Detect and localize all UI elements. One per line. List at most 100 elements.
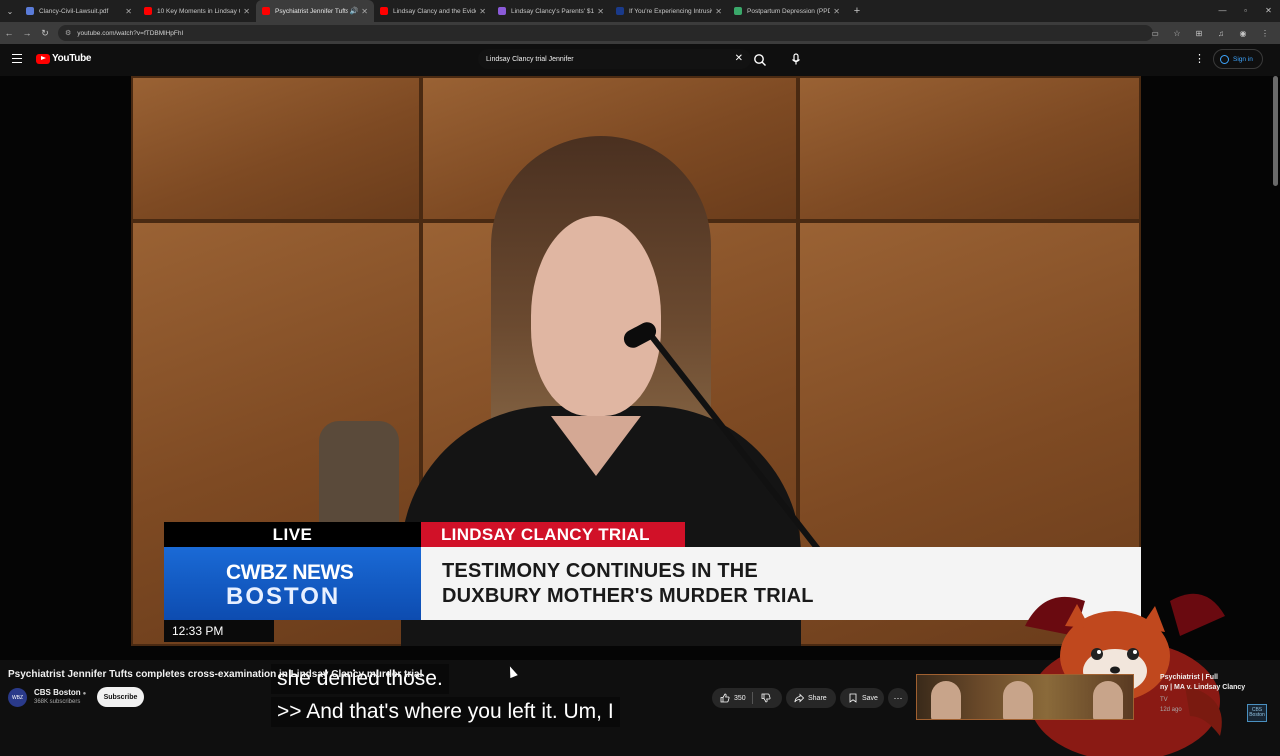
account-icon (1220, 54, 1229, 64)
site-info-icon[interactable]: ⚙ (65, 29, 71, 37)
window-controls: — ▫ ✕ (1211, 0, 1280, 22)
live-badge: LIVE (164, 522, 421, 547)
tab-title: If You're Experiencing Intrusiv (629, 7, 713, 15)
clear-search-icon[interactable]: ✕ (735, 53, 743, 65)
youtube-masthead: YouTube Lindsay Clancy trial Jennifer ✕ … (0, 44, 1280, 76)
tab-favicon-icon (144, 7, 152, 15)
dislike-icon[interactable] (761, 693, 771, 703)
address-bar[interactable]: ⚙ youtube.com/watch?v=fTDBMlHpFhI (58, 25, 1153, 41)
tab-search-icon[interactable]: ⌄ (0, 0, 20, 22)
minimize-icon[interactable]: — (1211, 0, 1234, 22)
recommended-age: 12d ago (1160, 707, 1182, 713)
tab-close-icon[interactable]: ✕ (479, 7, 486, 16)
sign-in-button[interactable]: Sign in (1213, 49, 1263, 69)
caption-line-2: >> And that's where you left it. Um, I (271, 697, 620, 727)
tab-close-icon[interactable]: ✕ (833, 7, 840, 16)
search-query: Lindsay Clancy trial Jennifer (486, 55, 574, 63)
like-icon[interactable] (720, 693, 730, 703)
tab-title: Postpartum Depression (PPD) i (747, 7, 831, 15)
more-actions-icon[interactable]: ⋯ (888, 688, 908, 708)
recommended-video-title[interactable]: Psychiatrist | Full ny | MA v. Lindsay C… (1160, 673, 1270, 693)
cast-icon[interactable]: ▭ (1144, 29, 1166, 38)
tab-title: 10 Key Moments in Lindsay Cla (157, 7, 241, 15)
share-button[interactable]: Share (786, 688, 836, 708)
sign-in-label: Sign in (1233, 55, 1253, 63)
subscribe-button[interactable]: Subscribe (97, 687, 144, 707)
recommended-title-line-1: Psychiatrist | Full (1160, 674, 1218, 681)
browser-tab-strip: ⌄ Clancy-Civil-Lawsuit.pdf ✕ 10 Key Moment… (0, 0, 1280, 22)
tab-title: Lindsay Clancy and the Eviden (393, 7, 477, 15)
youtube-logo[interactable]: YouTube (36, 53, 92, 64)
channel-name-text: CBS Boston (34, 688, 81, 697)
brand-line-1: CWBZ NEWS (226, 561, 354, 584)
save-button[interactable]: Save (840, 688, 884, 708)
like-divider (751, 692, 753, 704)
like-count[interactable]: 350 (734, 695, 746, 702)
reload-icon[interactable]: ↻ (36, 28, 54, 39)
channel-watermark[interactable]: CBS Boston (1247, 704, 1267, 722)
recommended-title-line-2: ny | MA v. Lindsay Clancy (1160, 684, 1246, 691)
browser-toolbar: ← → ↻ ⚙ youtube.com/watch?v=fTDBMlHpFhI … (0, 22, 1280, 44)
tab-close-icon[interactable]: ✕ (125, 7, 132, 16)
new-tab-button[interactable]: + (846, 5, 868, 17)
bookmark-star-icon[interactable]: ☆ (1166, 29, 1188, 38)
media-icon[interactable]: ♫ (1210, 29, 1232, 38)
browser-tab[interactable]: Psychiatrist Jennifer Tufts c 🔊 ✕ (256, 0, 374, 22)
search-input[interactable]: Lindsay Clancy trial Jennifer ✕ (478, 49, 751, 69)
browser-tab[interactable]: 10 Key Moments in Lindsay Cla ✕ (138, 0, 256, 22)
forward-icon[interactable]: → (18, 28, 36, 38)
tab-audio-icon[interactable]: 🔊 (350, 7, 359, 15)
microphone-icon[interactable] (788, 51, 804, 67)
youtube-play-logo-icon (36, 53, 50, 64)
tab-favicon-icon (498, 7, 506, 15)
video-frame[interactable]: LIVE LINDSAY CLANCY TRIAL CWBZ NEWS BOST… (131, 76, 1141, 646)
tab-favicon-icon (616, 7, 624, 15)
tab-title: Psychiatrist Jennifer Tufts c (275, 7, 348, 15)
subscriber-count: 368K subscribers (34, 699, 81, 705)
browser-tab[interactable]: Lindsay Clancy and the Eviden ✕ (374, 0, 492, 22)
like-dislike-group: 350 (712, 688, 782, 708)
recommended-video-thumbnail[interactable] (916, 674, 1134, 720)
trial-banner: LINDSAY CLANCY TRIAL (421, 522, 685, 547)
tab-title: Lindsay Clancy's Parents' $1 Mi (511, 7, 595, 15)
close-window-icon[interactable]: ✕ (1257, 0, 1280, 22)
page-scrollbar[interactable] (1273, 76, 1278, 186)
browser-tab[interactable]: Clancy-Civil-Lawsuit.pdf ✕ (20, 0, 138, 22)
tab-favicon-icon (26, 7, 34, 15)
restore-icon[interactable]: ▫ (1234, 0, 1257, 22)
broadcast-time: 12:33 PM (164, 620, 274, 642)
station-brand: CWBZ NEWS BOSTON (164, 547, 421, 620)
channel-avatar[interactable]: WBZ (8, 688, 27, 707)
tab-close-icon[interactable]: ✕ (243, 7, 250, 16)
logo-text: YouTube (52, 53, 92, 64)
settings-menu-icon[interactable]: ⋮ (1194, 52, 1205, 66)
browser-tab[interactable]: Postpartum Depression (PPD) i ✕ (728, 0, 846, 22)
video-player[interactable]: LIVE LINDSAY CLANCY TRIAL CWBZ NEWS BOST… (0, 76, 1280, 756)
tab-close-icon[interactable]: ✕ (597, 7, 604, 16)
back-icon[interactable]: ← (0, 28, 18, 38)
browser-tab[interactable]: Lindsay Clancy's Parents' $1 Mi ✕ (492, 0, 610, 22)
tab-close-icon[interactable]: ✕ (361, 7, 368, 16)
tab-favicon-icon (734, 7, 742, 15)
browser-menu-icon[interactable]: ⋮ (1254, 29, 1276, 38)
share-icon (794, 693, 804, 703)
verified-icon: ● (82, 691, 87, 697)
tab-title: Clancy-Civil-Lawsuit.pdf (39, 7, 109, 15)
tab-favicon-icon (262, 7, 270, 15)
extensions-icon[interactable]: ⊞ (1188, 29, 1210, 38)
menu-icon[interactable] (12, 54, 22, 63)
save-icon (849, 693, 857, 703)
video-title: Psychiatrist Jennifer Tufts completes cr… (8, 669, 423, 680)
browser-tab[interactable]: If You're Experiencing Intrusiv ✕ (610, 0, 728, 22)
toolbar-actions: ▭ ☆ ⊞ ♫ ◉ ⋮ (1144, 22, 1276, 44)
save-label: Save (862, 694, 878, 702)
profile-icon[interactable]: ◉ (1232, 29, 1254, 38)
tab-favicon-icon (380, 7, 388, 15)
search-icon[interactable] (752, 52, 768, 68)
brand-line-2: BOSTON (226, 583, 341, 610)
url-text: youtube.com/watch?v=fTDBMlHpFhI (77, 29, 184, 37)
tab-close-icon[interactable]: ✕ (715, 7, 722, 16)
recommended-channel[interactable]: TV (1160, 697, 1168, 703)
share-label: Share (808, 694, 827, 702)
channel-name[interactable]: CBS Boston ● (34, 688, 86, 697)
